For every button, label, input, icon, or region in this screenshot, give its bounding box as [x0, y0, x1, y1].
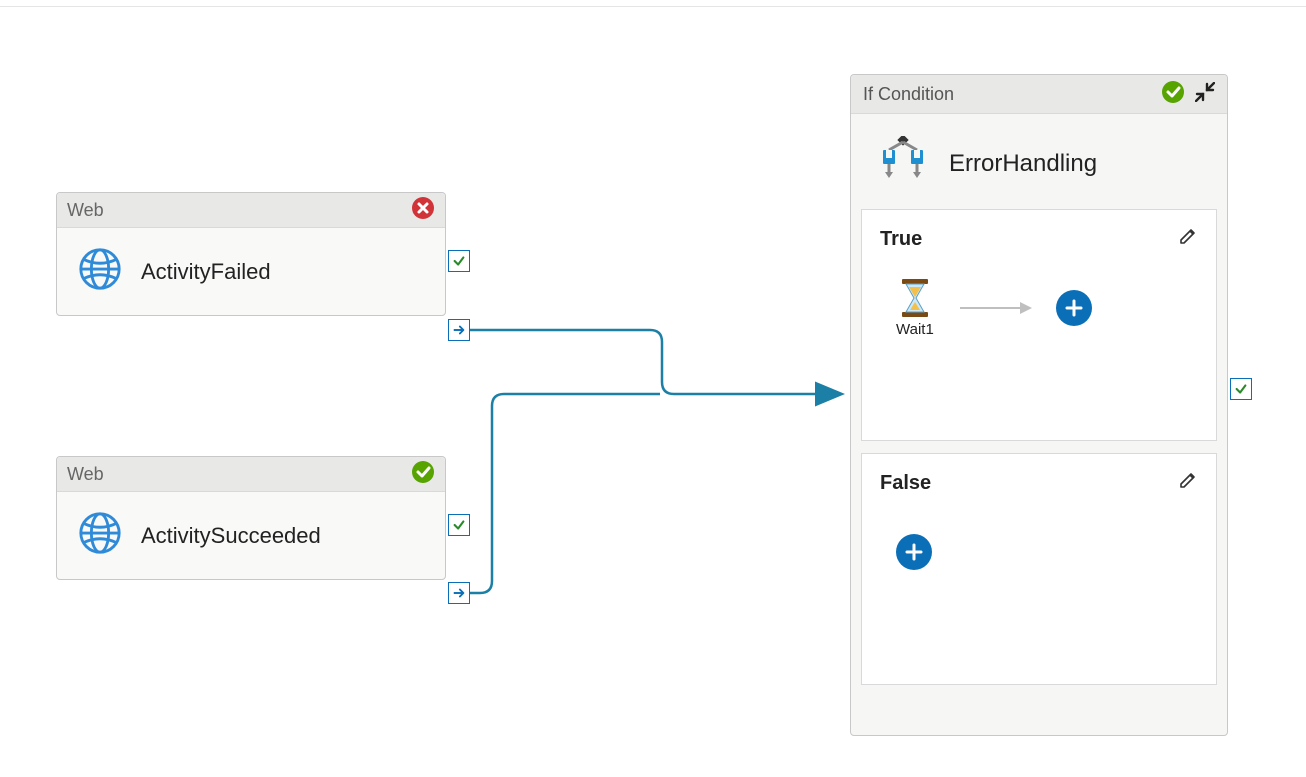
activity-type-label: Web [67, 464, 104, 485]
output-port-completion[interactable] [448, 319, 470, 341]
status-failed-icon [411, 196, 435, 225]
if-condition-node[interactable]: If Condition [850, 74, 1228, 736]
web-icon [77, 246, 123, 297]
branch-true[interactable]: True Wait1 [861, 209, 1217, 441]
collapse-icon[interactable] [1195, 82, 1215, 107]
activity-title: ActivityFailed [141, 259, 271, 285]
pencil-icon[interactable] [1178, 226, 1198, 252]
add-activity-button[interactable] [1056, 290, 1092, 326]
branch-inner-arrow [960, 307, 1030, 309]
output-port-success[interactable] [1230, 378, 1252, 400]
if-condition-type-label: If Condition [863, 84, 954, 105]
add-activity-button[interactable] [896, 534, 932, 570]
output-port-success[interactable] [448, 514, 470, 536]
output-port-completion[interactable] [448, 582, 470, 604]
pencil-icon[interactable] [1178, 470, 1198, 496]
activity-type-label: Web [67, 200, 104, 221]
activity-header: Web [57, 193, 445, 228]
if-condition-title: ErrorHandling [949, 150, 1097, 178]
web-icon [77, 510, 123, 561]
pipeline-canvas[interactable]: Web ActivityFailed Web Activ [0, 0, 1306, 777]
activity-node-activityfailed[interactable]: Web ActivityFailed [56, 192, 446, 316]
status-success-icon [1161, 80, 1185, 109]
branch-label: False [880, 472, 931, 495]
activity-header: Web [57, 457, 445, 492]
status-success-icon [411, 460, 435, 489]
output-port-success[interactable] [448, 250, 470, 272]
activity-title: ActivitySucceeded [141, 523, 321, 549]
canvas-top-divider [0, 6, 1306, 7]
activity-name: Wait1 [896, 321, 934, 338]
hourglass-icon [898, 279, 932, 317]
branch-false[interactable]: False [861, 453, 1217, 685]
activity-node-activitysucceeded[interactable]: Web ActivitySucceeded [56, 456, 446, 580]
if-condition-header: If Condition [851, 75, 1227, 114]
activity-wait1[interactable]: Wait1 [896, 279, 934, 338]
if-condition-icon [877, 136, 929, 191]
branch-label: True [880, 228, 922, 251]
